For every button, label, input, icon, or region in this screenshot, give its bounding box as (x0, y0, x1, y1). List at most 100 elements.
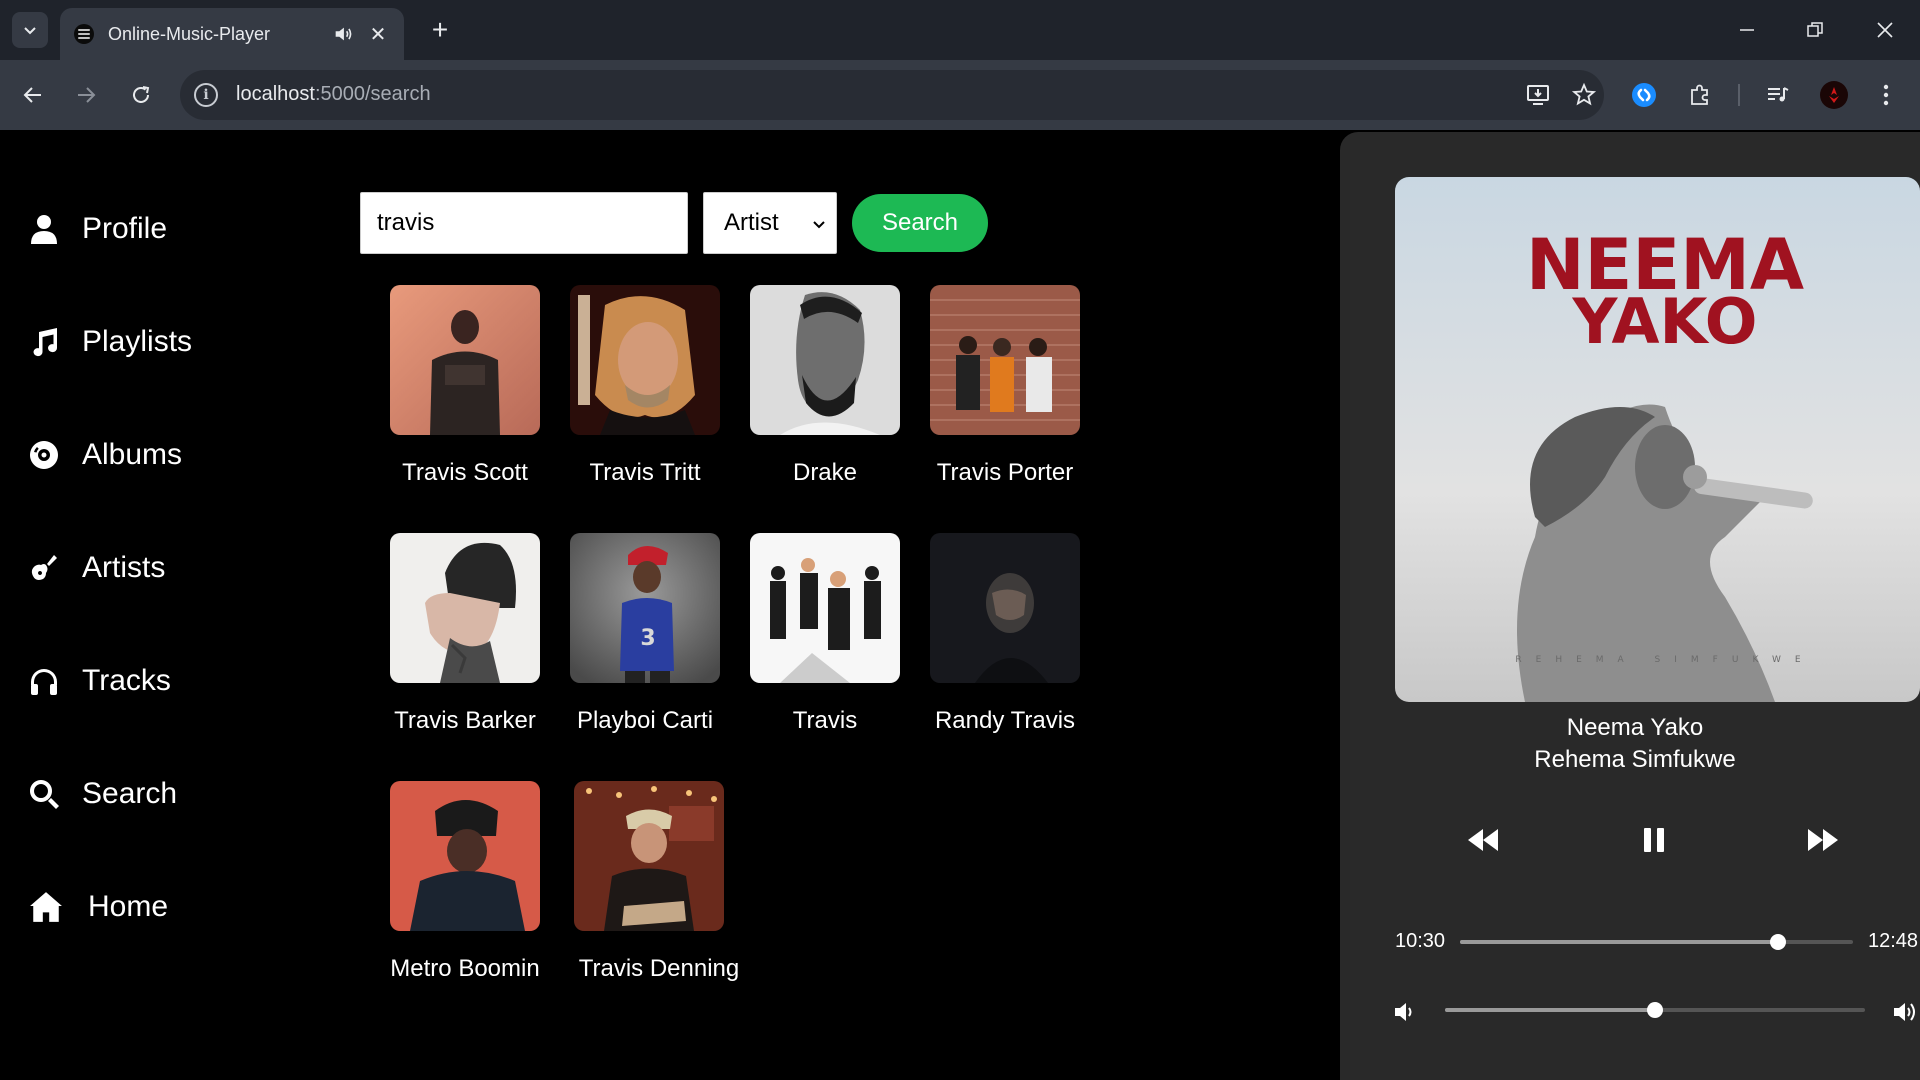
artist-image (930, 533, 1080, 683)
artist-name: Randy Travis (934, 707, 1076, 734)
pause-button[interactable] (1634, 820, 1674, 860)
music-note-icon (33, 328, 58, 357)
bookmark-star-icon[interactable] (1566, 77, 1602, 113)
artist-image (930, 285, 1080, 435)
progress-fill (1460, 940, 1779, 944)
arrow-left-icon (23, 87, 41, 103)
artist-image: 3 (570, 533, 720, 683)
now-playing-panel: NEEMA YAKO REHEMA SIMFUKWE Neema Yako Re… (1340, 132, 1920, 1080)
artist-image (390, 285, 540, 435)
spotify-favicon-icon (74, 24, 94, 44)
artist-card[interactable]: Travis (750, 533, 900, 735)
progress-slider[interactable] (1460, 934, 1853, 950)
back-button[interactable] (15, 77, 51, 113)
previous-track-button[interactable] (1463, 820, 1503, 860)
tab-title: Online-Music-Player (108, 23, 271, 44)
artist-name: Travis Porter (936, 459, 1074, 486)
minimize-icon (1740, 29, 1754, 31)
artist-card[interactable]: Drake (750, 285, 900, 487)
user-icon (31, 215, 57, 244)
progress-knob[interactable] (1770, 934, 1787, 950)
url-host: localhost (236, 83, 315, 105)
sidebar-item-artists[interactable]: Artists (28, 543, 165, 593)
home-icon (30, 892, 62, 922)
install-app-icon[interactable] (1520, 77, 1556, 113)
next-track-button[interactable] (1803, 820, 1843, 860)
sidebar-item-tracks[interactable]: Tracks (28, 656, 171, 706)
search-input[interactable] (360, 192, 688, 254)
close-window-icon[interactable] (1860, 10, 1910, 50)
artist-image (750, 285, 900, 435)
artist-name: Travis Denning (578, 955, 740, 982)
minimize-window-icon[interactable] (1722, 10, 1772, 50)
restore-window-icon[interactable] (1790, 10, 1840, 50)
tab-search-button[interactable] (12, 12, 48, 48)
artist-card[interactable]: Metro Boomin (390, 781, 540, 983)
extensions-puzzle-icon[interactable] (1682, 77, 1718, 113)
sidebar-item-profile[interactable]: Profile (28, 204, 167, 254)
sidebar-item-label: Profile (82, 212, 168, 245)
artist-name: Travis Tritt (589, 459, 701, 486)
browser-tab-bar: Online-Music-Player ✕ + (0, 0, 1920, 60)
artist-name: Playboi Carti (576, 707, 714, 734)
media-control-icon[interactable] (1760, 77, 1796, 113)
search-type-select[interactable]: Artist (703, 192, 837, 254)
artist-name: Travis Barker (394, 707, 536, 734)
new-tab-plus-icon[interactable]: + (424, 14, 456, 46)
sidebar-item-label: Search (82, 777, 178, 810)
reload-icon (133, 86, 150, 103)
svg-text:3: 3 (640, 626, 655, 651)
reload-button[interactable] (123, 77, 159, 113)
cover-artist-caption: REHEMA SIMFUKWE (1515, 655, 1814, 665)
tab-close-icon[interactable]: ✕ (366, 22, 390, 46)
volume-low-icon[interactable] (1392, 998, 1420, 1026)
sidebar-item-label: Playlists (82, 325, 193, 358)
fast-forward-icon (1808, 829, 1838, 851)
forward-button[interactable] (68, 77, 104, 113)
sidebar-item-label: Tracks (82, 664, 171, 697)
sidebar-item-search[interactable]: Search (28, 769, 177, 819)
active-tab[interactable]: Online-Music-Player ✕ (60, 8, 404, 60)
sidebar: Profile Playlists Albums Artists Tracks … (0, 130, 330, 1080)
elapsed-time: 10:30 (1395, 930, 1446, 952)
track-title: Neema Yako (1566, 714, 1704, 741)
sidebar-item-home[interactable]: Home (28, 882, 168, 932)
volume-high-icon[interactable] (1892, 998, 1920, 1026)
search-icon (29, 780, 59, 809)
artist-card[interactable]: Travis Tritt (570, 285, 720, 487)
address-bar[interactable]: i localhost:5000/search (180, 70, 1604, 120)
volume-knob[interactable] (1647, 1002, 1663, 1018)
cover-title-line2: YAKO (1572, 285, 1758, 358)
tab-audio-playing-icon[interactable] (332, 23, 354, 45)
sidebar-item-label: Albums (82, 438, 183, 471)
chevron-down-icon (813, 221, 825, 229)
close-icon (1877, 22, 1893, 38)
shazam-extension-icon[interactable] (1626, 77, 1662, 113)
artist-card[interactable]: Travis Barker (390, 533, 540, 735)
pause-icon (1644, 828, 1664, 852)
volume-fill (1445, 1008, 1655, 1012)
artist-card[interactable]: 3 Playboi Carti (570, 533, 720, 735)
guitar-icon (31, 555, 57, 580)
artist-image (570, 285, 720, 435)
total-duration: 12:48 (1868, 930, 1919, 952)
sidebar-item-label: Artists (82, 551, 166, 584)
browser-menu-icon[interactable] (1868, 77, 1904, 113)
sidebar-item-playlists[interactable]: Playlists (28, 317, 192, 367)
artist-card[interactable]: Travis Porter (930, 285, 1080, 487)
artist-card[interactable]: Travis Denning (574, 781, 739, 983)
headphones-icon (31, 669, 57, 695)
toolbar-separator (1738, 84, 1740, 106)
profile-avatar[interactable] (1816, 77, 1852, 113)
url-text[interactable]: localhost:5000/search (236, 83, 431, 106)
artist-card[interactable]: Randy Travis (930, 533, 1080, 735)
artist-name: Travis Scott (402, 459, 528, 486)
search-button[interactable]: Search (852, 194, 988, 252)
artist-image (574, 781, 724, 931)
site-info-icon[interactable]: i (194, 83, 218, 107)
sidebar-item-albums[interactable]: Albums (28, 430, 182, 480)
disc-icon (29, 441, 58, 469)
track-artist: Rehema Simfukwe (1534, 746, 1736, 773)
volume-slider[interactable] (1445, 1002, 1865, 1018)
artist-card[interactable]: Travis Scott (390, 285, 540, 487)
